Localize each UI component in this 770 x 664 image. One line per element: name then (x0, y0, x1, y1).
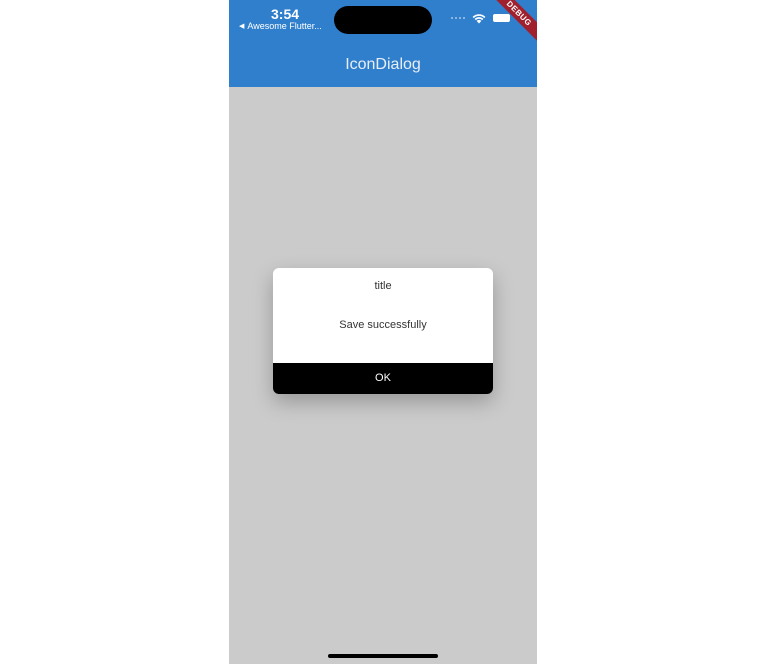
phone-screen: 3:54 ◀ Awesome Flutter... DEBUG IconDial… (229, 0, 537, 664)
ok-button[interactable]: OK (273, 363, 493, 394)
back-to-app-link[interactable]: ◀ Awesome Flutter... (239, 21, 322, 31)
dialog-title: title (374, 280, 392, 292)
alert-dialog: title Save successfully OK (273, 268, 493, 394)
wifi-icon (472, 13, 486, 23)
dialog-message: Save successfully (339, 319, 427, 331)
page-title: IconDialog (345, 56, 421, 73)
dynamic-island (334, 6, 432, 34)
battery-icon (493, 14, 510, 22)
app-bar: 3:54 ◀ Awesome Flutter... DEBUG IconDial… (229, 0, 537, 87)
status-time: 3:54 (271, 6, 300, 22)
signal-dots-icon (451, 17, 465, 19)
back-app-label: Awesome Flutter... (247, 21, 322, 31)
status-icons (451, 12, 510, 24)
back-triangle-icon: ◀ (239, 23, 245, 30)
home-indicator[interactable] (328, 654, 438, 658)
